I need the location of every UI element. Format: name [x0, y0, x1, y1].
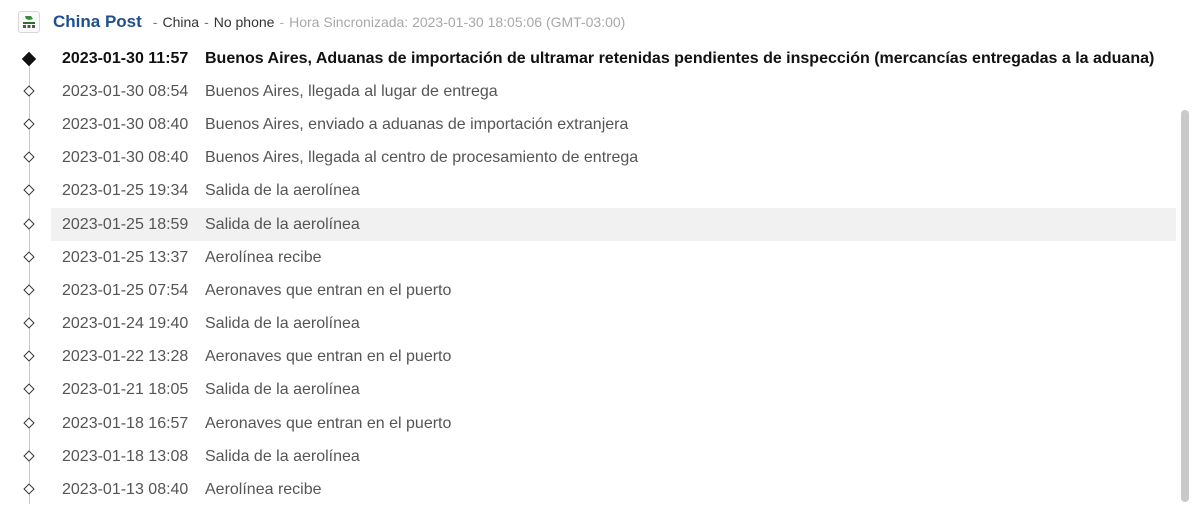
- event-description: Aerolínea recibe: [205, 248, 322, 266]
- phone-label: No phone: [213, 14, 275, 30]
- event-time: 2023-01-25 19:34: [62, 182, 189, 200]
- tracking-event-row: 2023-01-25 19:34 Salida de la aerolínea: [0, 175, 1200, 208]
- event-time: 2023-01-25 13:37: [62, 248, 189, 266]
- tracking-event-row: 2023-01-22 13:28 Aeronaves que entran en …: [0, 341, 1200, 374]
- event-description: Buenos Aires, llegada al lugar de entreg…: [205, 82, 498, 100]
- tracking-event-list: 2023-01-30 11:57 Buenos Aires, Aduanas de…: [0, 42, 1200, 507]
- tracking-event-row: 2023-01-25 13:37 Aerolínea recibe: [0, 241, 1200, 274]
- event-time: 2023-01-30 08:40: [62, 149, 189, 167]
- carrier-name-link[interactable]: China Post: [53, 12, 142, 32]
- event-time: 2023-01-30 08:40: [62, 115, 189, 133]
- diamond-icon: [23, 184, 35, 197]
- diamond-icon: [23, 284, 35, 296]
- event-time: 2023-01-13 08:40: [62, 481, 189, 499]
- event-description: Salida de la aerolínea: [205, 447, 360, 465]
- country-label: China: [162, 14, 200, 30]
- event-time: 2023-01-30 11:57: [62, 49, 189, 67]
- china-post-logo-icon: [18, 11, 40, 33]
- event-time: 2023-01-25 18:59: [62, 215, 189, 233]
- event-time: 2023-01-18 13:08: [62, 447, 189, 465]
- event-time: 2023-01-25 07:54: [62, 281, 189, 299]
- event-time: 2023-01-30 08:54: [62, 82, 189, 100]
- current-tracking-event: 2023-01-30 11:57 Buenos Aires, Aduanas de…: [0, 42, 1200, 75]
- separator: -: [152, 14, 158, 30]
- diamond-icon: [23, 118, 35, 130]
- event-time: 2023-01-24 19:40: [62, 315, 189, 333]
- diamond-icon: [23, 416, 35, 429]
- tracking-event-row: 2023-01-18 16:57 Aeronaves que entran en …: [0, 407, 1200, 440]
- event-description: Buenos Aires, llegada al centro de proce…: [205, 149, 639, 167]
- tracking-event-row: 2023-01-24 19:40 Salida de la aerolínea: [0, 308, 1200, 341]
- tracking-event-row: 2023-01-18 13:08 Salida de la aerolínea: [0, 440, 1200, 473]
- scrollbar[interactable]: [1181, 110, 1189, 502]
- event-description: Aeronaves que entran en el puerto: [205, 348, 452, 366]
- event-description: Salida de la aerolínea: [205, 215, 360, 233]
- event-time: 2023-01-22 13:28: [62, 348, 189, 366]
- event-description: Aeronaves que entran en el puerto: [205, 414, 452, 432]
- diamond-icon: [23, 483, 35, 495]
- diamond-icon: [23, 217, 35, 230]
- sync-time-label: Hora Sincronizada: 2023-01-30 18:05:06 (…: [289, 14, 626, 30]
- tracking-header: China Post - China - No phone - Hora Sin…: [18, 8, 1118, 36]
- diamond-icon: [23, 151, 35, 163]
- tracking-event-row: 2023-01-30 08:54 Buenos Aires, llegada al…: [0, 75, 1200, 108]
- diamond-icon: [23, 450, 35, 462]
- tracking-event-row: 2023-01-21 18:05 Salida de la aerolínea: [0, 374, 1200, 407]
- diamond-icon: [23, 85, 35, 97]
- event-description: Buenos Aires, enviado a aduanas de impor…: [205, 115, 629, 133]
- event-description: Aeronaves que entran en el puerto: [205, 281, 452, 299]
- tracking-event-row: 2023-01-13 08:40 Aerolínea recibe: [0, 473, 1200, 506]
- tracking-event-row: 2023-01-30 08:40 Buenos Aires, enviado a …: [0, 108, 1200, 141]
- diamond-icon: [23, 383, 35, 396]
- event-description: Salida de la aerolínea: [205, 182, 360, 200]
- tracking-event-row: 2023-01-25 07:54 Aeronaves que entran en …: [0, 274, 1200, 307]
- separator: -: [204, 14, 209, 30]
- tracking-event-row: 2023-01-25 18:59 Salida de la aerolínea: [0, 207, 1200, 242]
- event-description: Buenos Aires, Aduanas de importación de …: [205, 49, 1155, 67]
- event-description: Salida de la aerolínea: [205, 315, 360, 333]
- diamond-icon: [23, 251, 35, 263]
- event-time: 2023-01-21 18:05: [62, 381, 189, 399]
- diamond-icon: [23, 350, 35, 362]
- diamond-icon: [23, 317, 35, 329]
- event-time: 2023-01-18 16:57: [62, 414, 189, 432]
- event-description: Salida de la aerolínea: [205, 381, 360, 399]
- event-description: Aerolínea recibe: [205, 481, 322, 499]
- tracking-event-row: 2023-01-30 08:40 Buenos Aires, llegada al…: [0, 142, 1200, 175]
- filled-diamond-icon: [21, 51, 37, 66]
- separator: -: [279, 14, 285, 30]
